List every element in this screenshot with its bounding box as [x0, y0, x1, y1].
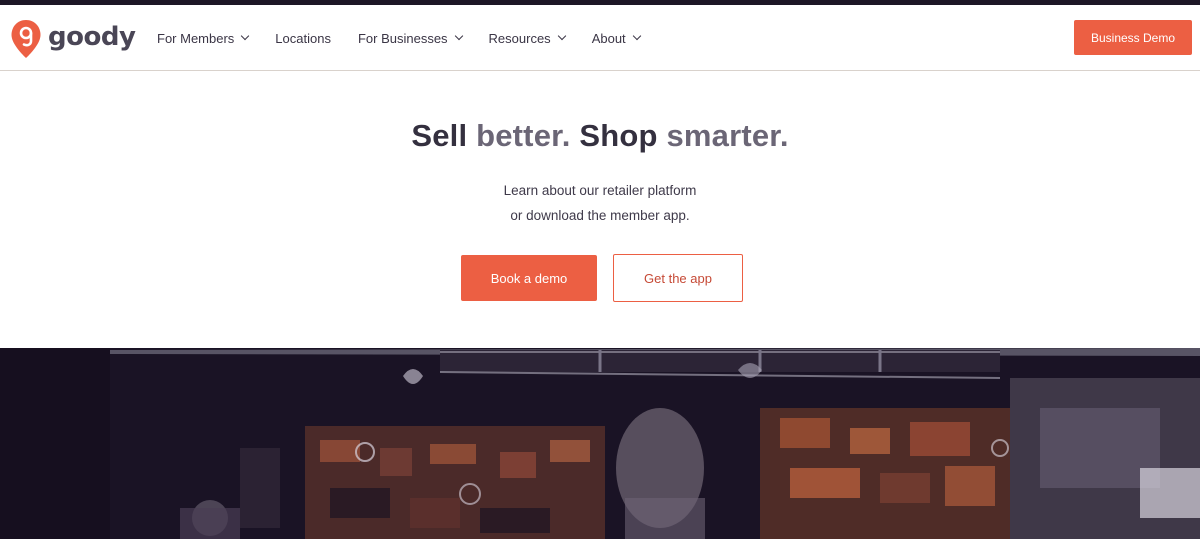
nav-item-label: About — [591, 30, 626, 46]
chevron-down-icon — [632, 31, 641, 41]
nav-item-label: For Members — [157, 30, 235, 46]
logo[interactable]: goody — [10, 19, 136, 59]
book-demo-button[interactable]: Book a demo — [461, 255, 597, 301]
nav-item-for-members[interactable]: For Members — [157, 30, 250, 46]
headline-word-better: better. — [467, 118, 580, 153]
hero-headline: Sell better. Shop smarter. — [0, 118, 1200, 154]
chevron-down-icon — [557, 31, 566, 41]
headline-word-sell: Sell — [411, 118, 468, 153]
nav-item-for-businesses[interactable]: For Businesses — [357, 30, 463, 46]
nav-item-label: Resources — [488, 30, 551, 46]
nav-item-resources[interactable]: Resources — [488, 30, 566, 46]
store-interior-photo — [0, 348, 1200, 539]
get-app-button[interactable]: Get the app — [613, 254, 743, 302]
location-pin-g-icon — [11, 20, 41, 58]
headline-word-smarter: smarter. — [657, 118, 789, 153]
nav-item-label: For Businesses — [357, 30, 448, 46]
business-demo-button[interactable]: Business Demo — [1074, 20, 1192, 55]
hero-section: Sell better. Shop smarter. Learn about o… — [0, 72, 1200, 348]
chevron-down-icon — [454, 31, 463, 41]
hero-subtitle: Learn about our retailer platform or dow… — [0, 178, 1200, 228]
nav-menu: For Members Locations For Businesses Res… — [157, 5, 667, 71]
headline-word-shop: Shop — [579, 118, 658, 153]
main-navigation: goody For Members Locations For Business… — [0, 5, 1200, 71]
photo-illustration — [0, 348, 1200, 539]
logo-wordmark: goody — [48, 22, 136, 52]
hero-subtitle-line2: or download the member app. — [510, 208, 690, 223]
chevron-down-icon — [241, 31, 250, 41]
nav-item-label: Locations — [275, 30, 331, 46]
hero-subtitle-line1: Learn about our retailer platform — [503, 183, 697, 198]
nav-item-locations[interactable]: Locations — [275, 31, 331, 46]
nav-item-about[interactable]: About — [591, 30, 641, 46]
